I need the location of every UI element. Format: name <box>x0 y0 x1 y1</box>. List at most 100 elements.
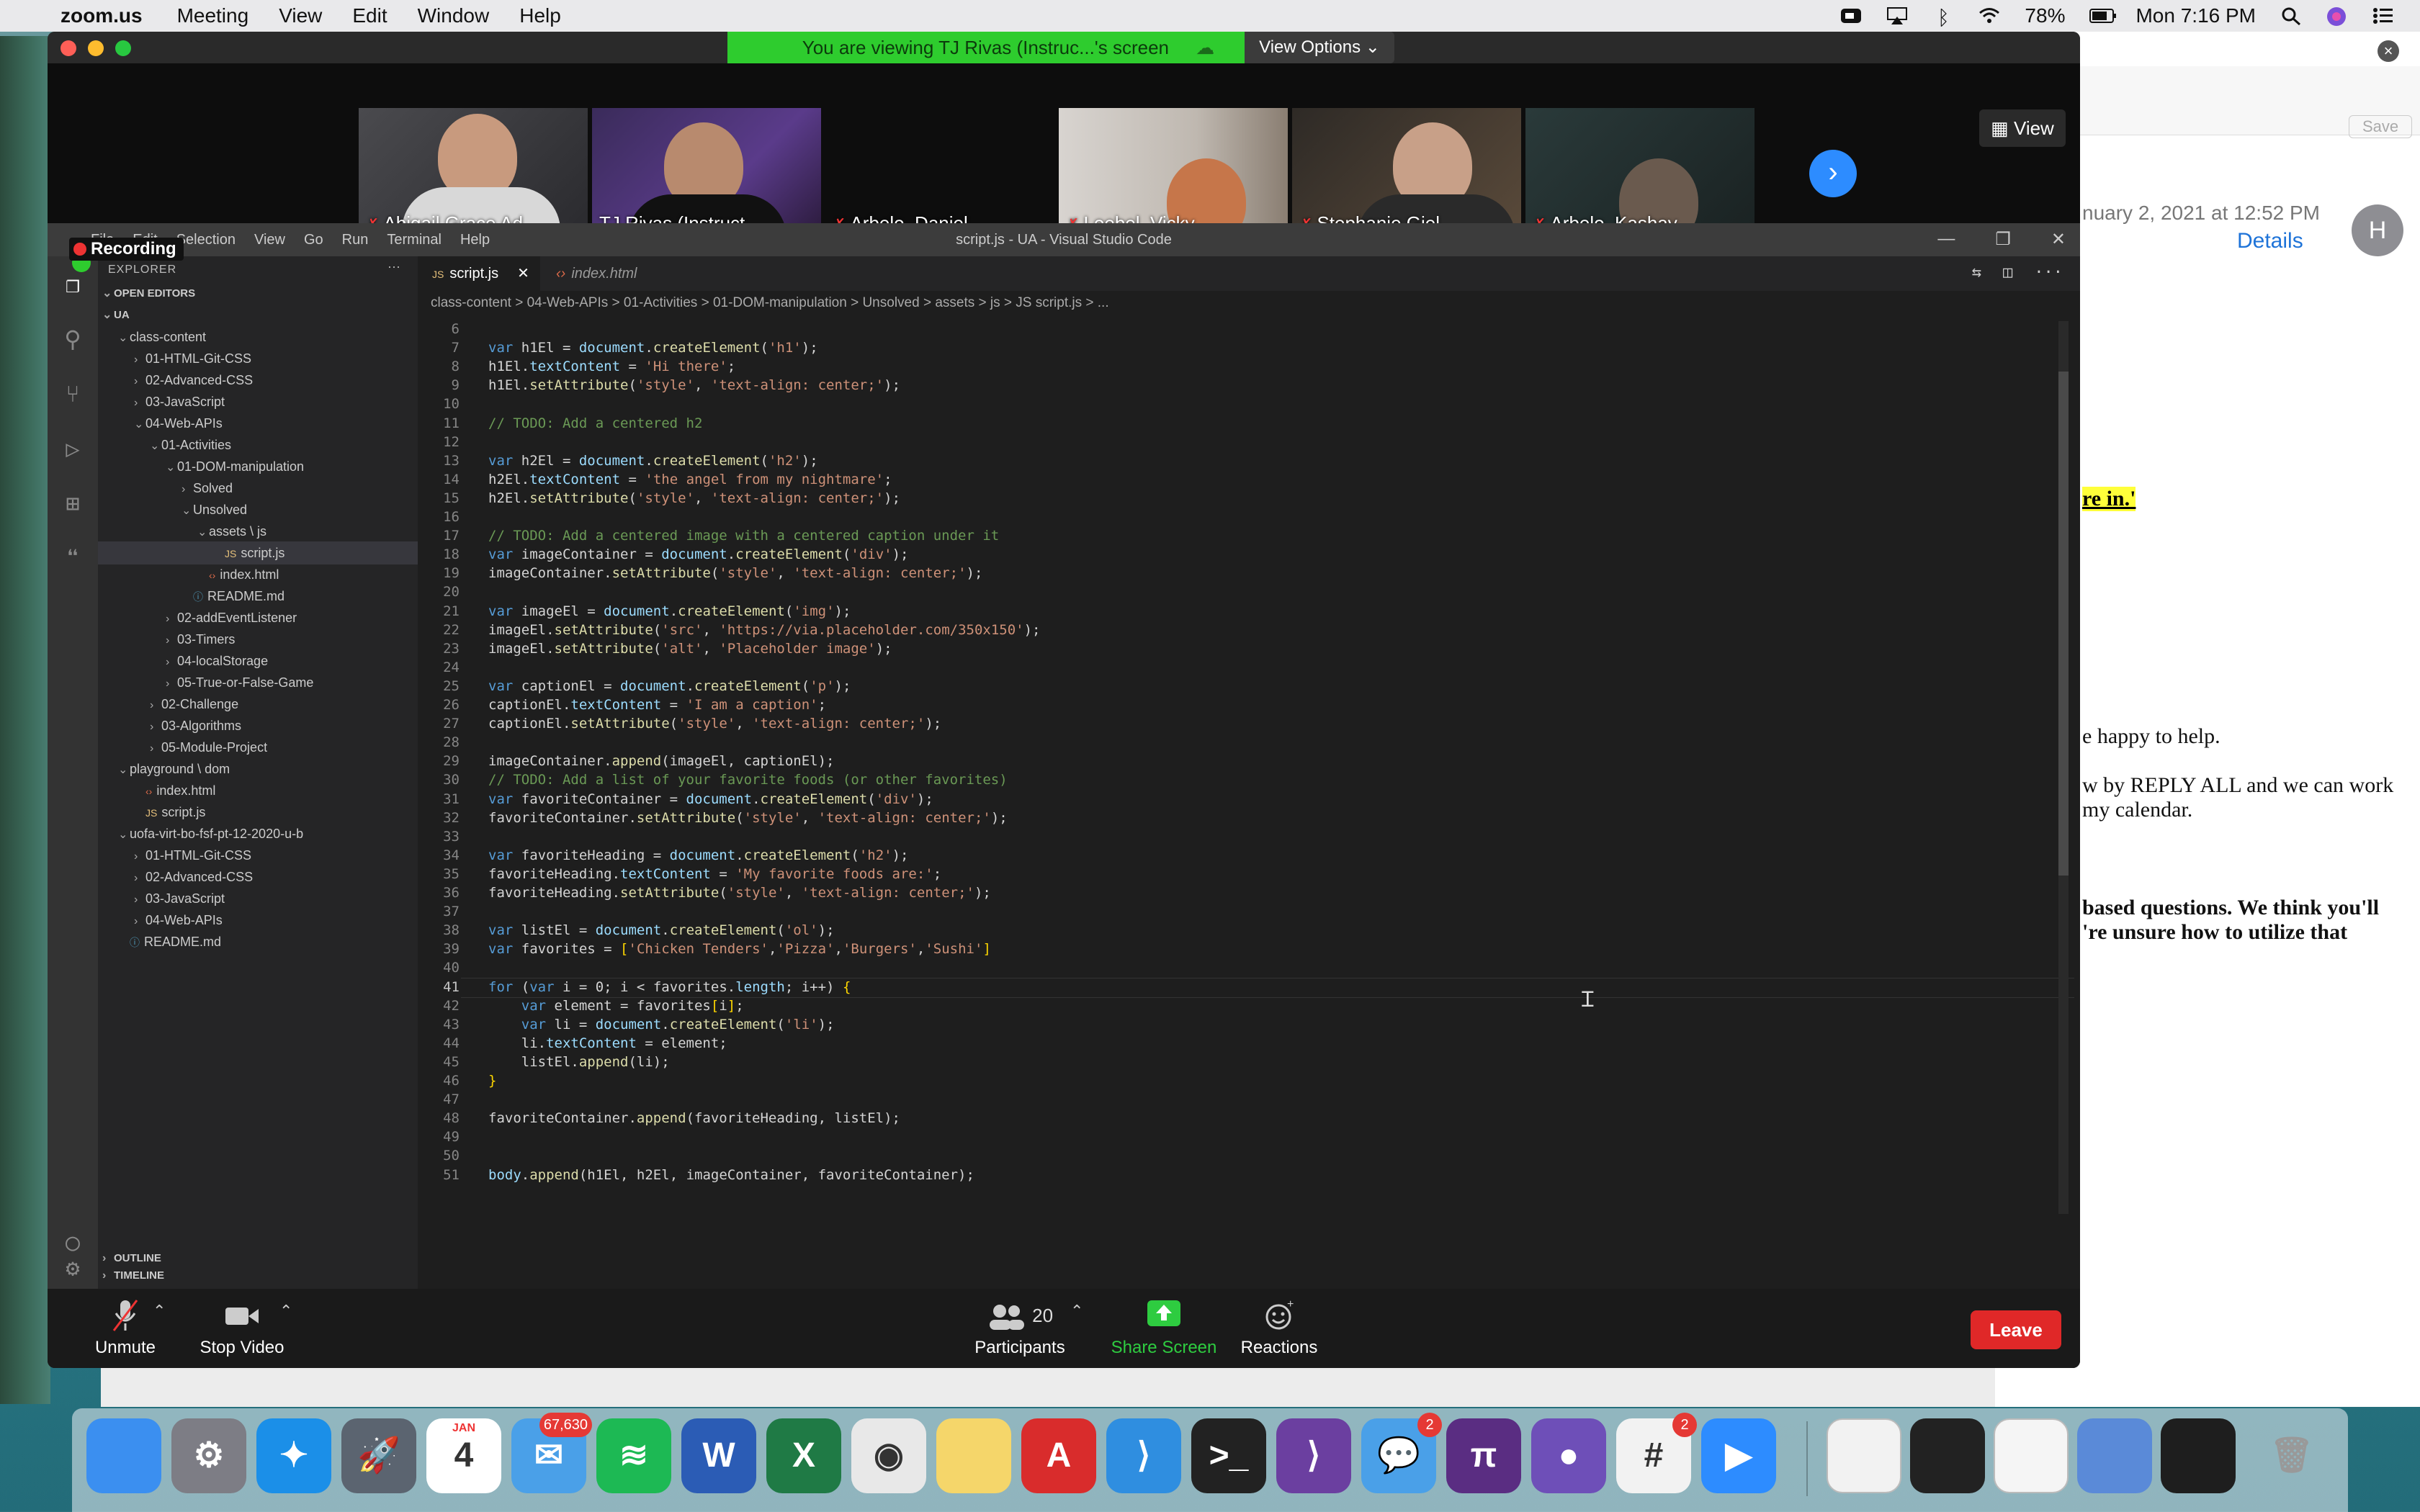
folder-item[interactable]: › 05-Module-Project <box>98 736 418 759</box>
code-line[interactable]: var favoriteHeading = document.createEle… <box>488 847 908 863</box>
folder-item[interactable]: › 01-HTML-Git-CSS <box>98 844 418 867</box>
code-line[interactable]: var listEl = document.createElement('ol'… <box>488 922 835 938</box>
participant-tile[interactable]: ✗Stephanie Giel <box>1292 108 1521 238</box>
dock-slack-icon[interactable]: #2 <box>1616 1413 1697 1493</box>
trash-icon[interactable]: 🗑 <box>2254 1418 2329 1493</box>
code-line[interactable]: imageContainer.append(imageEl, captionEl… <box>488 753 834 769</box>
code-line[interactable]: var imageContainer = document.createElem… <box>488 546 908 562</box>
close-tab-icon[interactable]: ✕ <box>517 266 529 282</box>
tab-index-html[interactable]: ‹› index.html <box>542 256 664 291</box>
participant-tile[interactable]: ✗Loebel, Vicky <box>1059 108 1288 238</box>
dock-recent-window[interactable] <box>1827 1418 1901 1493</box>
folder-item[interactable]: › 03-JavaScript <box>98 887 418 910</box>
code-line[interactable]: for (var i = 0; i < favorites.length; i+… <box>488 979 851 995</box>
code-line[interactable]: captionEl.setAttribute('style', 'text-al… <box>488 716 941 732</box>
notification-center-icon[interactable] <box>2372 6 2394 25</box>
folder-item[interactable]: › 01-HTML-Git-CSS <box>98 347 418 370</box>
timeline-section[interactable]: › TIMELINE <box>98 1269 418 1283</box>
quote-extension-icon[interactable]: ❝ <box>59 544 86 572</box>
folder-item[interactable]: › 02-Advanced-CSS <box>98 369 418 392</box>
participant-tile[interactable]: ✗Arbelo, Kashay <box>1525 108 1754 238</box>
source-control-icon[interactable]: ⑂ <box>59 380 86 408</box>
folder-item[interactable]: › 03-JavaScript <box>98 390 418 413</box>
code-line[interactable]: favoriteHeading.setAttribute('style', 't… <box>488 885 991 901</box>
dock-excel-icon[interactable]: X <box>766 1418 841 1493</box>
folder-item[interactable]: › 04-localStorage <box>98 649 418 672</box>
split-editor-icon[interactable]: ◫ <box>2003 264 2012 282</box>
dock-chrome-icon[interactable]: ◉ <box>851 1418 926 1493</box>
audio-options-chevron-icon[interactable]: ⌃ <box>153 1302 166 1320</box>
code-line[interactable]: // TODO: Add a centered h2 <box>488 415 702 431</box>
dock-pi-icon[interactable]: π <box>1446 1418 1521 1493</box>
dock-acrobat-icon[interactable]: A <box>1021 1418 1096 1493</box>
airplay-icon[interactable] <box>1886 6 1908 25</box>
folder-item[interactable]: ⌄ class-content <box>98 325 418 348</box>
close-icon[interactable]: × <box>2378 40 2399 62</box>
code-line[interactable]: h1El.setAttribute('style', 'text-align: … <box>488 377 900 393</box>
file-item[interactable]: ⓘ README.md <box>98 585 418 608</box>
code-line[interactable]: imageEl.setAttribute('alt', 'Placeholder… <box>488 641 892 657</box>
tab-script-js[interactable]: JS script.js ✕ <box>418 256 540 291</box>
menu-window[interactable]: Window <box>418 4 490 27</box>
save-button[interactable]: Save <box>2349 115 2413 138</box>
folder-item[interactable]: › 03-Algorithms <box>98 714 418 737</box>
siri-icon[interactable] <box>2326 6 2348 26</box>
app-menu[interactable]: zoom.us <box>60 4 143 27</box>
code-line[interactable]: h2El.textContent = 'the angel from my ni… <box>488 472 892 487</box>
folder-item[interactable]: › 03-Timers <box>98 628 418 651</box>
dock-system-preferences-icon[interactable]: ⚙ <box>171 1418 246 1493</box>
code-line[interactable]: imageEl.setAttribute('src', 'https://via… <box>488 622 1040 638</box>
folder-item[interactable]: ⌄ uofa-virt-bo-fsf-pt-12-2020-u-b <box>98 822 418 845</box>
close-icon[interactable]: ✕ <box>2051 229 2066 250</box>
dock-spotify-icon[interactable]: ≋ <box>596 1418 671 1493</box>
more-actions-icon[interactable]: ··· <box>2034 264 2063 282</box>
battery-icon[interactable] <box>2089 6 2117 25</box>
explorer-section-header[interactable]: ⌄ OPEN EDITORS <box>98 282 418 305</box>
settings-gear-icon[interactable]: ⚙ <box>59 1254 86 1282</box>
code-line[interactable]: body.append(h1El, h2El, imageContainer, … <box>488 1167 974 1183</box>
dock-launchpad-icon[interactable]: 🚀 <box>341 1418 416 1493</box>
breadcrumb[interactable]: class-content > 04-Web-APIs > 01-Activit… <box>431 295 1109 311</box>
view-options-dropdown[interactable]: View Options ⌄ <box>1245 32 1394 63</box>
scrollbar-thumb[interactable] <box>2058 372 2069 876</box>
menu-view[interactable]: View <box>279 4 322 27</box>
file-item[interactable]: ‹› index.html <box>98 563 418 586</box>
file-item[interactable]: ⓘ README.md <box>98 930 418 953</box>
menu-meeting[interactable]: Meeting <box>177 4 249 27</box>
outline-section[interactable]: › OUTLINE <box>98 1247 418 1270</box>
next-page-arrow-icon[interactable]: › <box>1809 150 1857 197</box>
leave-meeting-button[interactable]: Leave <box>1971 1310 2061 1349</box>
menu-help[interactable]: Help <box>519 4 561 27</box>
editor-scrollbar[interactable] <box>2058 321 2069 1214</box>
restore-icon[interactable]: ❐ <box>1995 229 2011 250</box>
code-line[interactable]: var captionEl = document.createElement('… <box>488 678 851 694</box>
folder-item[interactable]: › 02-addEventListener <box>98 606 418 629</box>
dock-mail-icon[interactable]: ✉ 67,630 <box>511 1413 592 1493</box>
close-window-button[interactable] <box>60 40 76 56</box>
explorer-section-header[interactable]: ⌄ UA <box>98 304 418 327</box>
dock-recent-window[interactable] <box>2077 1418 2152 1493</box>
dock-finder-icon[interactable] <box>86 1418 161 1493</box>
reactions-button[interactable]: + Reactions <box>1229 1297 1330 1358</box>
code-line[interactable]: h2El.setAttribute('style', 'text-align: … <box>488 490 900 506</box>
code-line[interactable]: favoriteHeading.textContent = 'My favori… <box>488 866 941 882</box>
stop-video-button[interactable]: Stop Video <box>192 1297 292 1358</box>
menu-edit[interactable]: Edit <box>352 4 387 27</box>
file-item[interactable]: JS script.js <box>98 541 418 564</box>
participant-tile[interactable]: ✗Abigail Grace Ad... <box>359 108 588 238</box>
more-actions-icon[interactable]: ··· <box>387 259 400 274</box>
wifi-icon[interactable] <box>1978 6 2000 25</box>
code-line[interactable]: var li = document.createElement('li'); <box>488 1017 835 1032</box>
participants-button[interactable]: 20 Participants <box>962 1297 1077 1358</box>
participant-tile-active-speaker[interactable]: TJ Rivas (Instruct... <box>592 108 821 238</box>
folder-item[interactable]: › 05-True-or-False-Game <box>98 671 418 694</box>
code-line[interactable]: imageContainer.setAttribute('style', 'te… <box>488 565 982 581</box>
folder-item[interactable]: ⌄ Unsolved <box>98 498 418 521</box>
code-line[interactable]: captionEl.textContent = 'I am a caption'… <box>488 697 826 713</box>
dock-zoom-icon[interactable]: ▶ <box>1701 1418 1776 1493</box>
dock-safari-icon[interactable]: ✦ <box>256 1418 331 1493</box>
compare-icon[interactable]: ⇆ <box>1972 264 1981 282</box>
code-line[interactable]: } <box>488 1073 496 1089</box>
bluetooth-icon[interactable]: ᛒ <box>1932 6 1954 29</box>
dock-recent-window[interactable] <box>1910 1418 1985 1493</box>
